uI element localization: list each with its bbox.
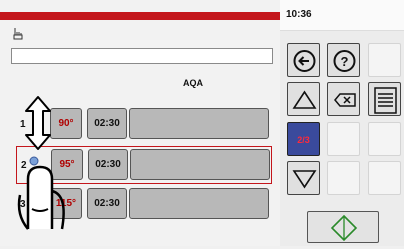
program-name-field[interactable] [11,48,273,64]
step-detail-cell[interactable] [129,188,269,219]
page-indicator-label: 2/3 [297,135,310,145]
time-value: 02:30 [95,159,121,170]
page-indicator: 2/3 [287,122,320,156]
empty-button [368,161,401,195]
time-cell[interactable]: 02:30 [88,149,128,180]
time-value: 02:30 [94,118,120,129]
backspace-icon [334,93,356,107]
help-icon: ? [333,50,356,72]
time-cell[interactable]: 02:30 [87,108,127,139]
step-detail-cell[interactable] [130,149,270,180]
time-value: 02:30 [94,198,120,209]
status-bar: 10:36 [280,0,404,31]
column-header: AQA [183,78,203,88]
hand-pointer-icon [13,28,23,40]
header-bar [0,12,280,20]
swipe-gesture-icon [17,96,65,230]
svg-text:?: ? [341,54,349,69]
arrow-up-icon [292,90,317,109]
empty-button [327,161,360,195]
back-arrow-icon [293,50,316,72]
start-icon [330,214,358,242]
clock: 10:36 [286,9,312,20]
control-panel: 10:36 ? 2/3 [280,0,404,246]
backspace-button[interactable] [327,82,360,116]
list-button[interactable] [368,82,401,116]
back-button[interactable] [287,43,320,77]
step-detail-cell[interactable] [129,108,269,139]
help-button[interactable]: ? [327,43,360,77]
start-button[interactable] [307,211,379,243]
empty-button [368,43,401,77]
program-panel: AQA 1 90° 02:30 2 95° 02:30 3 115° 02:30 [0,0,280,246]
arrow-down-icon [292,170,317,189]
empty-button [368,122,401,156]
time-cell[interactable]: 02:30 [87,188,127,219]
scroll-down-button[interactable] [287,161,320,195]
scroll-up-button[interactable] [287,82,320,116]
list-icon [374,87,397,114]
empty-button [327,122,360,156]
